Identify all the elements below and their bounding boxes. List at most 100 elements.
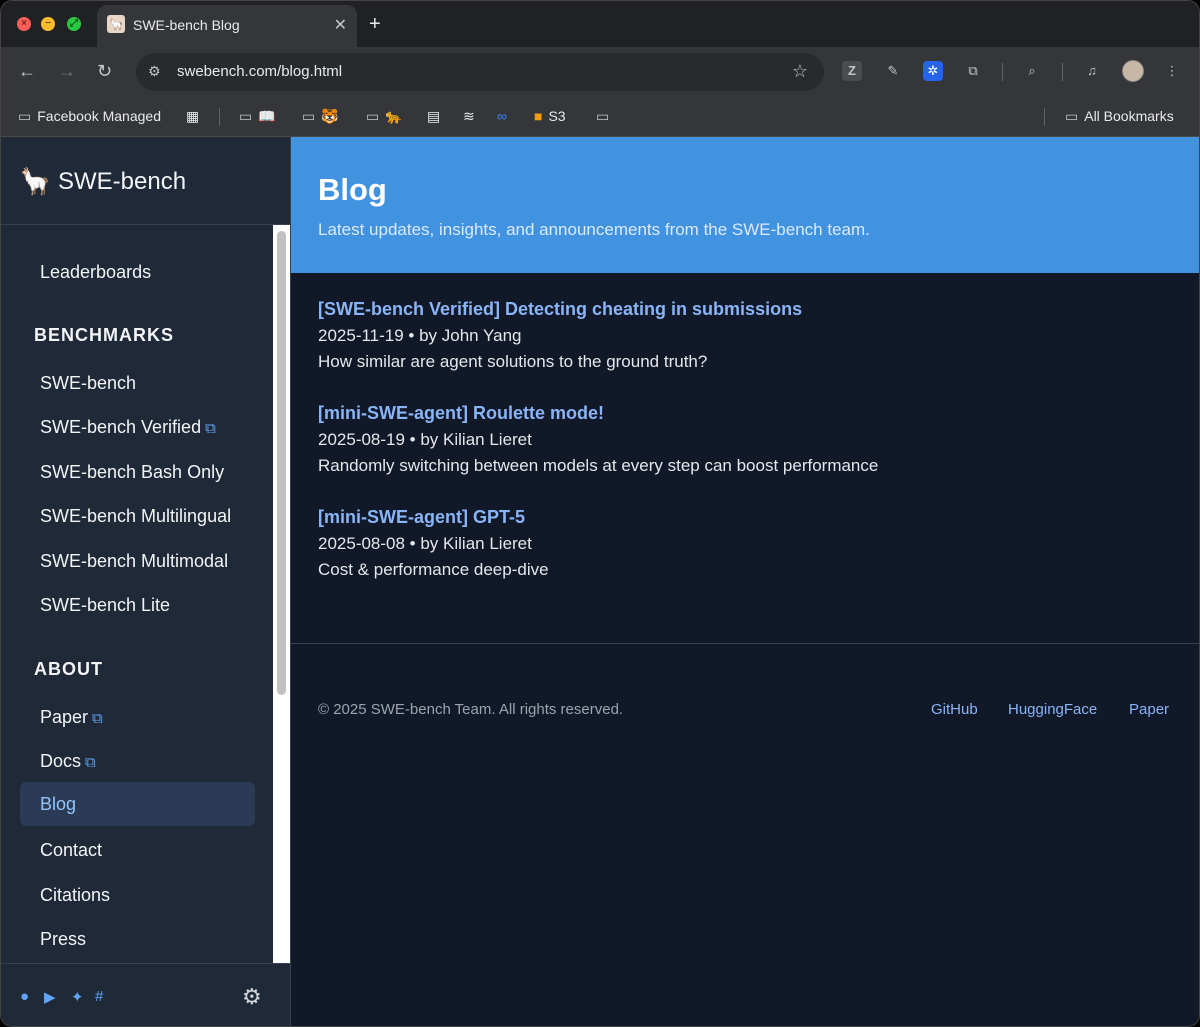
youtube-icon[interactable]: ▶ [44,988,56,1006]
sidebar-item-swe-bench-lite[interactable]: SWE-bench Lite [20,583,255,627]
folder-icon: ▭ [596,108,610,124]
extension-gear-icon[interactable]: ✲ [923,61,943,81]
sidebar-item-citations[interactable]: Citations [20,873,255,917]
sidebar-item-leaderboards[interactable]: Leaderboards [20,250,255,294]
post-meta: 2025-08-19 • by Kilian Lieret [318,430,532,449]
hero-banner: Blog Latest updates, insights, and annou… [291,137,1199,273]
sidebar-footer: ● ▶ ✦ # ⚙ [1,963,290,1026]
page-subtitle: Latest updates, insights, and announceme… [318,220,870,239]
new-tab-button[interactable]: + [369,13,381,36]
post-meta: 2025-11-19 • by John Yang [318,326,522,345]
close-window-button[interactable]: × [17,17,31,31]
eyedropper-icon[interactable]: ✎ [883,61,903,81]
sidebar-item-swe-bench-multimodal[interactable]: SWE-bench Multimodal [20,539,255,583]
bookmark-meta-icon[interactable]: ∞ [497,108,507,124]
sidebar-item-swe-bench-multilingual[interactable]: SWE-bench Multilingual [20,494,255,538]
folder-icon: ▭ [302,108,316,124]
extension-z-icon[interactable]: Z [842,61,862,81]
page-title: Blog [318,172,387,207]
sidebar-item-contact[interactable]: Contact [20,828,255,872]
sidebar-item-docs[interactable]: Docs ⧉ [20,739,255,783]
post-title-link[interactable]: [mini-SWE-agent] GPT-5 [318,507,1178,528]
bookmark-folder-3[interactable]: ▭ 🐆 [366,108,403,125]
profile-avatar[interactable] [1122,60,1144,82]
site-info-icon[interactable]: ⚙ [148,63,161,80]
brand[interactable]: 🦙 SWE-bench [1,137,290,225]
post-description: Cost & performance deep-dive [318,560,549,579]
bookmark-facebook-managed[interactable]: ▭ Facebook Managed [18,108,161,125]
tab-strip: × − ⤢ 🦙 SWE-bench Blog ✕ + [1,1,1199,47]
browser-toolbar: ← → ↻ ⚙ swebench.com/blog.html ☆ Z ✎ ✲ ⧉… [1,47,1199,97]
close-tab-icon[interactable]: ✕ [334,15,347,35]
minimize-window-button[interactable]: − [41,17,55,31]
footer-divider [291,643,1199,644]
folder-icon: ▭ [239,108,253,124]
sidebar-scrollbar-thumb[interactable] [277,231,286,695]
browser-tab[interactable]: 🦙 SWE-bench Blog ✕ [97,5,357,47]
post-meta: 2025-08-08 • by Kilian Lieret [318,534,532,553]
bookmark-chart-icon[interactable]: ▤ [427,108,440,125]
menu-kebab-icon[interactable]: ⋮ [1162,61,1182,81]
bookmark-folder-1[interactable]: ▭ 📖 [239,108,276,125]
fullscreen-window-button[interactable]: ⤢ [67,17,81,31]
toolbar-divider [1062,63,1063,81]
post-title-link[interactable]: [mini-SWE-agent] Roulette mode! [318,403,1178,424]
gear-icon[interactable]: ⚙ [242,984,262,1010]
bookmarks-divider [1044,108,1045,126]
browser-window: × − ⤢ 🦙 SWE-bench Blog ✕ + ← → ↻ ⚙ swebe… [0,0,1200,1027]
bookmark-s3[interactable]: ■ S3 [534,108,566,124]
post-description: How similar are agent solutions to the g… [318,352,708,371]
sidebar-item-swe-bench-verified[interactable]: SWE-bench Verified ⧉ [20,405,255,449]
apps-grid-icon[interactable]: ▦ [186,108,199,125]
twitter-icon[interactable]: ✦ [71,988,84,1006]
bookmarks-bar: ▭ Facebook Managed ▦ ▭ 📖 ▭ 🐯 ▭ 🐆 ▤ ≋ ∞ ■ S3 ▭… [1,97,1199,137]
slack-icon[interactable]: # [95,988,103,1005]
sidebar-item-swe-bench[interactable]: SWE-bench [20,361,255,405]
folder-icon: ▭ [366,108,380,124]
sidebar: 🦙 SWE-bench Leaderboards BENCHMARKS SWE-… [1,137,291,1026]
brand-name: SWE-bench [58,168,187,195]
bookmark-waves-icon[interactable]: ≋ [463,108,475,125]
main-content: Blog Latest updates, insights, and annou… [291,137,1199,1026]
extensions-puzzle-icon[interactable]: ⧉ [963,61,983,81]
blog-post: [SWE-bench Verified] Detecting cheating … [318,299,1178,372]
llama-logo-icon: 🦙 [19,166,52,196]
footer-link-github[interactable]: GitHub [931,701,978,718]
reload-icon[interactable]: ↻ [97,61,112,82]
sidebar-item-blog[interactable]: Blog [20,782,255,826]
forward-icon[interactable]: → [58,61,76,82]
page-viewport: 🦙 SWE-bench Leaderboards BENCHMARKS SWE-… [1,137,1199,1026]
blog-post: [mini-SWE-agent] GPT-5 2025-08-08 • by K… [318,507,1178,580]
copyright-text: © 2025 SWE-bench Team. All rights reserv… [318,701,624,718]
sidebar-item-paper[interactable]: Paper ⧉ [20,695,255,739]
bookmark-folder-4[interactable]: ▭ [596,108,615,125]
toolbar-divider [1002,63,1003,81]
tab-title: SWE-bench Blog [133,17,240,33]
folder-icon: ▭ [1065,108,1079,124]
external-link-icon: ⧉ [85,754,96,771]
aws-icon: ■ [534,108,543,124]
external-link-icon: ⧉ [92,710,103,727]
sidebar-item-swe-bench-bash-only[interactable]: SWE-bench Bash Only [20,450,255,494]
back-icon[interactable]: ← [18,61,36,82]
about-heading: ABOUT [34,659,103,679]
bookmarks-divider [219,108,220,126]
post-description: Randomly switching between models at eve… [318,456,879,475]
external-link-icon: ⧉ [205,420,216,437]
footer-link-paper[interactable]: Paper [1129,701,1169,718]
address-bar[interactable]: ⚙ swebench.com/blog.html ☆ [136,53,824,91]
all-bookmarks[interactable]: ▭ All Bookmarks [1065,108,1174,125]
tab-search-icon[interactable]: ⌕ [1022,61,1042,81]
blog-post: [mini-SWE-agent] Roulette mode! 2025-08-… [318,403,1178,476]
github-icon[interactable]: ● [20,988,29,1005]
favicon-icon: 🦙 [107,15,125,33]
post-title-link[interactable]: [SWE-bench Verified] Detecting cheating … [318,299,1178,320]
bookmark-folder-2[interactable]: ▭ 🐯 [302,108,339,125]
url-text: swebench.com/blog.html [177,63,343,80]
bookmark-star-icon[interactable]: ☆ [792,61,808,82]
benchmarks-heading: BENCHMARKS [34,325,174,345]
sidebar-item-press[interactable]: Press [20,917,255,961]
media-control-icon[interactable]: ♫ [1082,61,1102,81]
footer-link-huggingface[interactable]: HuggingFace [1008,701,1097,718]
sidebar-nav: Leaderboards BENCHMARKS SWE-bench SWE-be… [1,225,273,963]
